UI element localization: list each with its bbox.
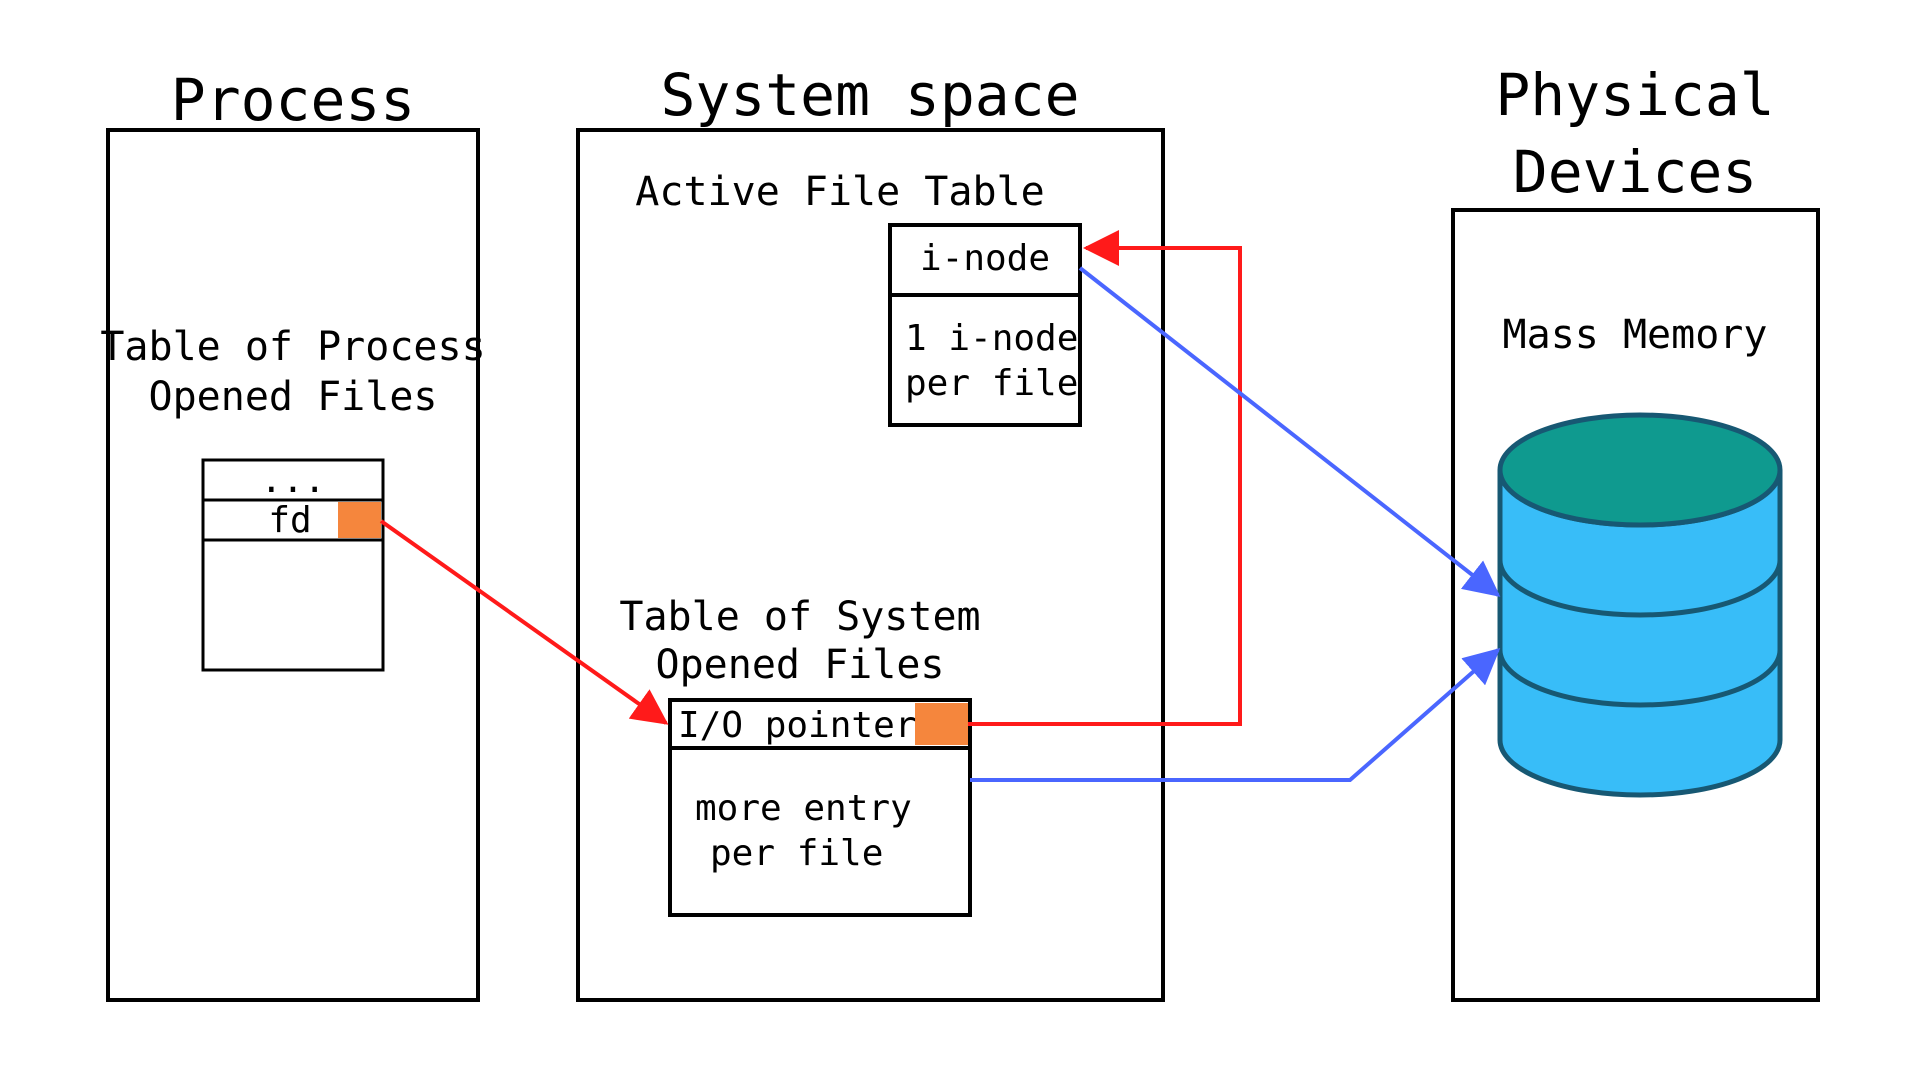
sof-note-l2: per file	[710, 833, 883, 874]
arrow-inode-to-disk	[1080, 268, 1498, 595]
arrow-sof-to-disk	[970, 650, 1498, 780]
mass-memory-label: Mass Memory	[1503, 312, 1768, 358]
aft-title: Active File Table	[635, 169, 1044, 215]
process-box	[108, 130, 478, 1000]
process-title: Process	[171, 66, 415, 134]
process-table-row0: ...	[260, 460, 325, 501]
io-pointer-handle	[915, 703, 968, 745]
system-title: System space	[660, 61, 1079, 129]
fd-handle	[338, 502, 381, 538]
process-open-files-table: ... fd	[203, 460, 383, 670]
system-opened-files-table: I/O pointer more entry per file	[670, 700, 970, 915]
phys-title-l1: Physical	[1495, 61, 1774, 129]
phys-title-l2: Devices	[1513, 138, 1757, 206]
process-subtitle-l1: Table of Process	[100, 324, 485, 370]
sof-note-l1: more entry	[695, 788, 912, 829]
process-table-row1: fd	[268, 500, 311, 541]
process-subtitle-l2: Opened Files	[149, 374, 438, 420]
io-pointer-label: I/O pointer	[678, 705, 916, 746]
database-icon	[1500, 415, 1780, 795]
inode-note-l2: per file	[905, 363, 1078, 404]
active-file-table: i-node 1 i-node per file	[890, 225, 1080, 425]
sof-title-l2: Opened Files	[656, 642, 945, 688]
inode-note-l1: 1 i-node	[905, 318, 1078, 359]
inode-label: i-node	[920, 238, 1050, 279]
sof-title-l1: Table of System	[619, 594, 980, 640]
